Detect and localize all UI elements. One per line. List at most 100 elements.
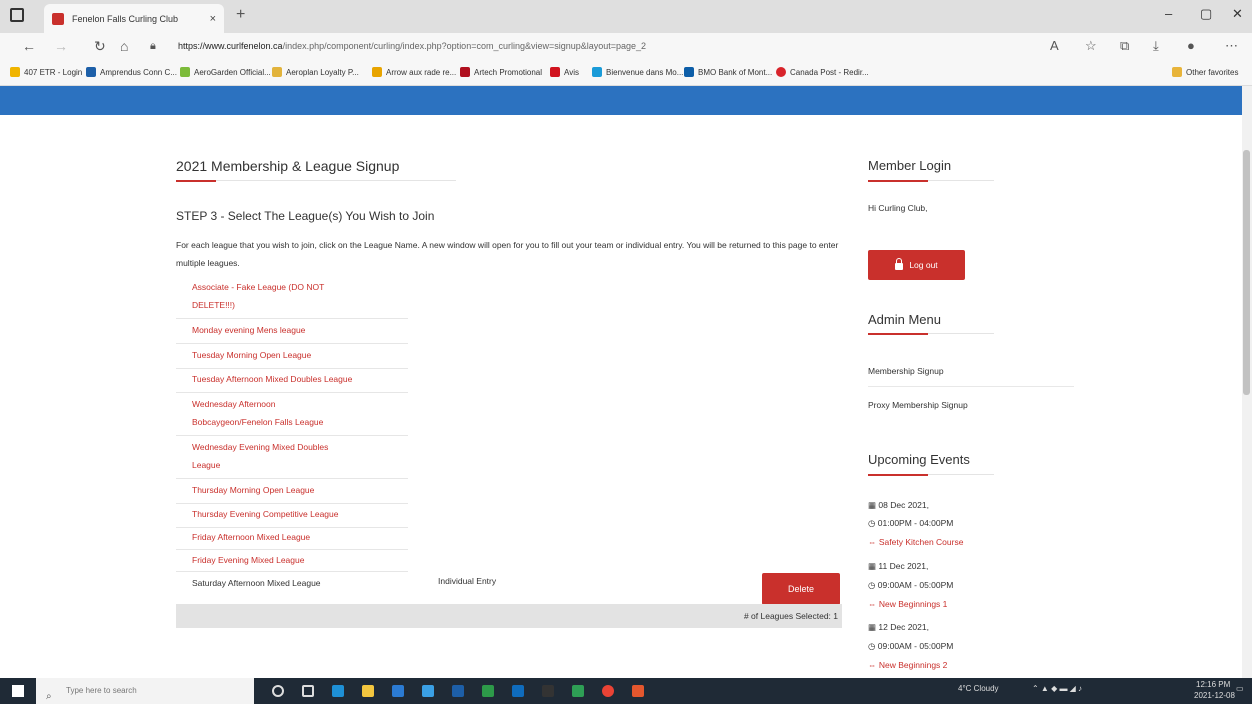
- excel-icon[interactable]: [482, 685, 494, 697]
- maximize-icon[interactable]: ▢: [1200, 6, 1212, 22]
- league-divider: [176, 503, 408, 504]
- tab-actions-icon[interactable]: [10, 8, 24, 22]
- logout-button[interactable]: Log out: [868, 250, 965, 280]
- mail-icon[interactable]: [422, 685, 434, 697]
- league-link[interactable]: Bobcaygeon/Fenelon Falls League: [192, 414, 323, 430]
- league-divider: [176, 435, 408, 436]
- search-placeholder: Type here to search: [66, 686, 137, 695]
- event-time: ◷ 09:00AM - 05:00PM: [868, 580, 954, 590]
- calendar-icon: ▦: [868, 500, 879, 510]
- favorite-link[interactable]: Aeroplan Loyalty P...: [272, 67, 359, 77]
- leagues-summary-bar: # of Leagues Selected: 1: [176, 604, 842, 628]
- system-tray-icons[interactable]: ⌃ ▲ ◆ ▬ ◢ ♪: [1032, 684, 1082, 693]
- league-link[interactable]: Friday Evening Mixed League: [192, 552, 304, 568]
- new-tab-icon[interactable]: +: [236, 6, 245, 24]
- other-favorites-link[interactable]: Other favorites: [1172, 67, 1238, 77]
- chrome-icon[interactable]: [602, 685, 614, 697]
- league-link[interactable]: Thursday Evening Competitive League: [192, 506, 338, 522]
- store-icon[interactable]: [392, 685, 404, 697]
- browser-tab[interactable]: Fenelon Falls Curling Club ×: [44, 4, 224, 33]
- edge-icon[interactable]: [332, 685, 344, 697]
- delete-button[interactable]: Delete: [762, 573, 840, 605]
- admin-menu-divider: [868, 386, 1074, 387]
- read-aloud-icon[interactable]: A: [1050, 38, 1059, 53]
- league-link[interactable]: Associate - Fake League (DO NOT: [192, 279, 324, 295]
- favorite-link[interactable]: Artech Promotional: [460, 67, 542, 77]
- clock-icon: ◷: [868, 641, 878, 651]
- word-icon[interactable]: [452, 685, 464, 697]
- event-date: ▦ 08 Dec 2021,: [868, 500, 929, 510]
- favorite-link[interactable]: Amprendus Conn C...: [86, 67, 177, 77]
- task-view-icon[interactable]: [302, 685, 314, 697]
- title-divider: [176, 180, 456, 181]
- favorites-bar: 407 ETR - Login Amprendus Conn C... Aero…: [0, 60, 1252, 86]
- favorite-star-icon[interactable]: ☆: [1085, 38, 1097, 54]
- league-link[interactable]: Monday evening Mens league: [192, 322, 305, 338]
- admin-menu-title: Admin Menu: [868, 312, 941, 327]
- app-icon[interactable]: [572, 685, 584, 697]
- url-input[interactable]: https://www.curlfenelon.ca/index.php/com…: [166, 37, 1006, 56]
- file-explorer-icon[interactable]: [362, 685, 374, 697]
- weather-text[interactable]: 4°C Cloudy: [958, 684, 999, 693]
- tab-close-icon[interactable]: ×: [210, 13, 216, 25]
- admin-menu-item[interactable]: Membership Signup: [868, 366, 944, 376]
- terminal-icon[interactable]: [542, 685, 554, 697]
- profile-icon[interactable]: ●: [1187, 38, 1195, 53]
- notification-icon[interactable]: ▭: [1236, 684, 1244, 693]
- event-link[interactable]: ⇔ New Beginnings 2: [868, 660, 947, 670]
- league-link[interactable]: Wednesday Evening Mixed Doubles: [192, 439, 328, 455]
- event-link[interactable]: ⇔ Safety Kitchen Course: [868, 537, 963, 547]
- admin-menu-accent: [868, 333, 928, 335]
- forward-icon[interactable]: →: [54, 38, 68, 54]
- clock-date[interactable]: 2021-12-08: [1194, 691, 1235, 700]
- league-link[interactable]: Thursday Morning Open League: [192, 482, 314, 498]
- league-link[interactable]: Friday Afternoon Mixed League: [192, 529, 310, 545]
- favorite-link[interactable]: AeroGarden Official...: [180, 67, 271, 77]
- league-link[interactable]: Wednesday Afternoon: [192, 396, 276, 412]
- logout-label: Log out: [909, 260, 938, 270]
- favorite-link[interactable]: Canada Post - Redir...: [776, 67, 869, 77]
- league-link[interactable]: DELETE!!!): [192, 297, 235, 313]
- admin-menu-item[interactable]: Proxy Membership Signup: [868, 400, 968, 410]
- lock-icon[interactable]: 🔒︎: [150, 40, 156, 53]
- greeting-text: Hi Curling Club,: [868, 203, 928, 213]
- powerpoint-icon[interactable]: [632, 685, 644, 697]
- lock-icon: [895, 257, 904, 270]
- favorite-link[interactable]: BMO Bank of Mont...: [684, 67, 772, 77]
- upcoming-events-title: Upcoming Events: [868, 452, 970, 467]
- collections-icon[interactable]: ⧉: [1120, 38, 1129, 54]
- minimize-icon[interactable]: –: [1165, 6, 1172, 21]
- favorite-link[interactable]: Arrow aux rade re...: [372, 67, 456, 77]
- refresh-icon[interactable]: ↻: [94, 38, 106, 55]
- league-divider: [176, 527, 408, 528]
- event-date: ▦ 11 Dec 2021,: [868, 561, 929, 571]
- url-path: /index.php/component/curling/index.php?o…: [282, 41, 647, 51]
- favorite-link[interactable]: 407 ETR - Login: [10, 67, 82, 77]
- scrollbar-thumb[interactable]: [1243, 150, 1250, 395]
- clock-icon: ◷: [868, 518, 878, 528]
- taskbar-search-input[interactable]: ⌕ Type here to search: [36, 678, 254, 704]
- step-title: STEP 3 - Select The League(s) You Wish t…: [176, 209, 435, 223]
- home-icon[interactable]: ⌂: [120, 38, 128, 54]
- league-link[interactable]: League: [192, 457, 220, 473]
- event-link[interactable]: ⇔ New Beginnings 1: [868, 599, 947, 609]
- member-login-accent: [868, 180, 928, 182]
- downloads-icon[interactable]: ⤓: [1153, 38, 1159, 54]
- league-divider: [176, 343, 408, 344]
- clock-time[interactable]: 12:16 PM: [1196, 680, 1230, 689]
- cortana-icon[interactable]: [272, 685, 284, 697]
- league-link[interactable]: Tuesday Afternoon Mixed Doubles League: [192, 371, 352, 387]
- league-divider: [176, 318, 408, 319]
- outlook-icon[interactable]: [512, 685, 524, 697]
- windows-start-icon[interactable]: [12, 685, 24, 697]
- league-link[interactable]: Tuesday Morning Open League: [192, 347, 311, 363]
- back-icon[interactable]: ←: [22, 38, 36, 54]
- instructions-text: For each league that you wish to join, c…: [176, 240, 839, 268]
- close-window-icon[interactable]: ✕: [1232, 6, 1243, 22]
- favorite-link[interactable]: Avis: [550, 67, 579, 77]
- calendar-icon: ▦: [868, 561, 879, 571]
- link-icon: ⇔: [868, 599, 879, 609]
- link-icon: ⇔: [868, 537, 879, 547]
- favorite-link[interactable]: Bienvenue dans Mo...: [592, 67, 683, 77]
- more-menu-icon[interactable]: ⋯: [1225, 38, 1238, 54]
